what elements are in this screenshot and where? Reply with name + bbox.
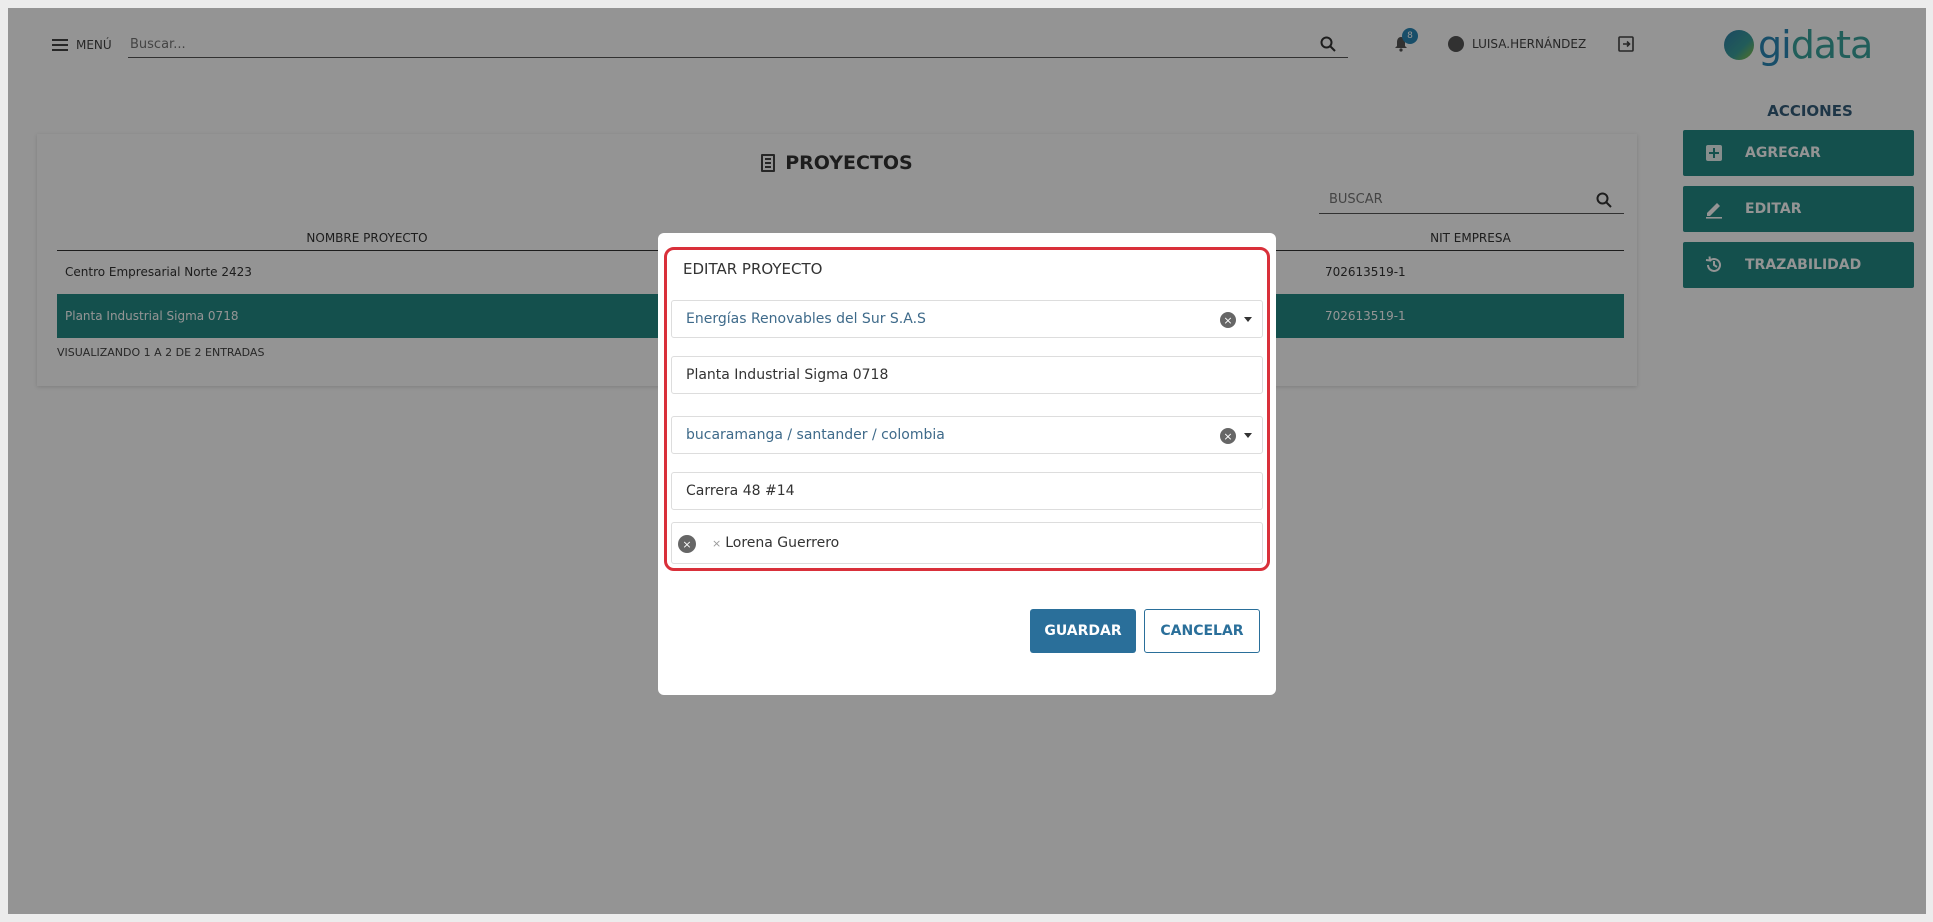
modal-title: EDITAR PROYECTO [683,260,823,278]
project-name-field[interactable]: Planta Industrial Sigma 0718 [671,356,1263,394]
company-select-value: Energías Renovables del Sur S.A.S [686,311,926,327]
chevron-down-icon[interactable] [1244,317,1252,322]
company-select[interactable]: Energías Renovables del Sur S.A.S × [671,300,1263,338]
project-name-value: Planta Industrial Sigma 0718 [686,367,889,383]
address-field[interactable]: Carrera 48 #14 [671,472,1263,510]
location-select[interactable]: bucaramanga / santander / colombia × [671,416,1263,454]
clear-icon[interactable]: × [678,535,696,553]
assignee-tag-label: Lorena Guerrero [725,535,840,551]
clear-icon[interactable]: × [1220,428,1236,444]
address-value: Carrera 48 #14 [686,483,795,499]
app-window: MENÚ 8 LUISA.HERNÁNDEZ gidata PROYECTOS [8,8,1926,914]
clear-icon[interactable]: × [1220,312,1236,328]
remove-tag-icon[interactable]: × [712,537,721,550]
save-button[interactable]: GUARDAR [1030,609,1136,653]
cancel-button[interactable]: CANCELAR [1144,609,1260,653]
assignee-multiselect[interactable]: × × Lorena Guerrero [671,522,1263,564]
edit-project-modal: EDITAR PROYECTO Energías Renovables del … [658,233,1276,695]
form-highlight-frame: EDITAR PROYECTO Energías Renovables del … [664,247,1270,571]
location-select-value: bucaramanga / santander / colombia [686,427,945,443]
assignee-tag: × Lorena Guerrero [712,535,839,551]
chevron-down-icon[interactable] [1244,433,1252,438]
